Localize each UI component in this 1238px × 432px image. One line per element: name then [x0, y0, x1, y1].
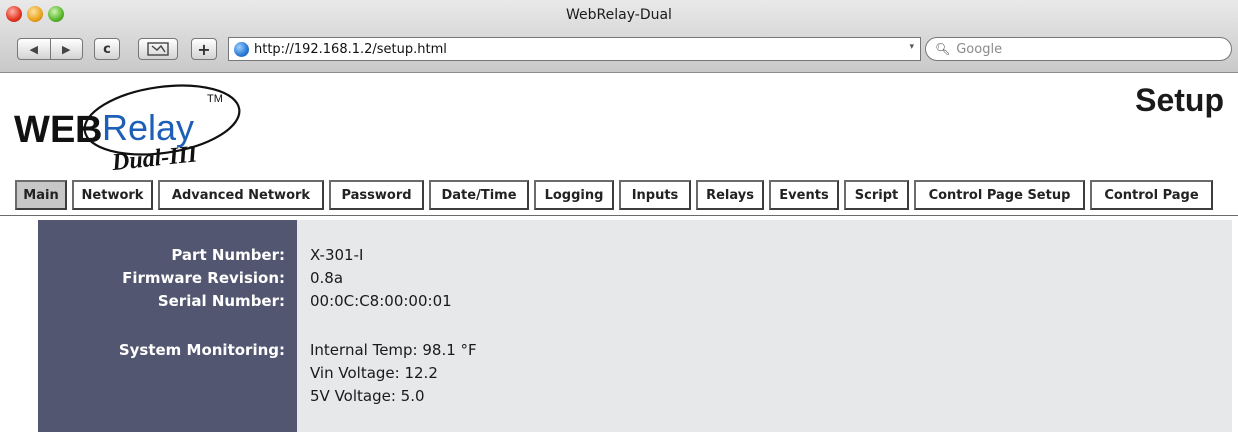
part-number-value: X-301-I: [310, 246, 364, 264]
tab-logging[interactable]: Logging: [534, 180, 614, 210]
browser-toolbar: WebRelay-Dual ◀ ▶ c + http://192.168.1.2…: [0, 0, 1238, 73]
reload-button[interactable]: c: [94, 38, 120, 60]
add-icon: +: [197, 39, 211, 59]
svg-text:E: E: [50, 109, 75, 151]
tab-password[interactable]: Password: [329, 180, 424, 210]
serial-number-value: 00:0C:C8:00:00:01: [310, 292, 452, 310]
webrelay-logo: W E B Relay TM Dual-III: [12, 80, 252, 176]
snapback-button[interactable]: [138, 38, 178, 60]
tab-script[interactable]: Script: [844, 180, 909, 210]
5v-voltage-value: 5V Voltage: 5.0: [310, 387, 425, 405]
firmware-revision-value: 0.8a: [310, 269, 344, 287]
tab-control-page[interactable]: Control Page: [1090, 180, 1213, 210]
part-number-label: Part Number:: [171, 246, 285, 264]
internal-temp-value: Internal Temp: 98.1 °F: [310, 341, 477, 359]
back-forward-group: ◀ ▶: [17, 38, 83, 60]
tab-relays[interactable]: Relays: [696, 180, 764, 210]
svg-text:W: W: [14, 109, 50, 151]
address-bar[interactable]: http://192.168.1.2/setup.html ▾: [228, 37, 921, 61]
logo-graphic: W E B Relay TM Dual-III: [14, 84, 241, 176]
svg-text:Relay: Relay: [102, 107, 194, 148]
tab-date-time[interactable]: Date/Time: [429, 180, 529, 210]
minimize-window-button[interactable]: [27, 6, 43, 22]
add-bookmark-button[interactable]: +: [191, 38, 217, 60]
reload-icon: c: [103, 41, 111, 57]
close-window-button[interactable]: [6, 6, 22, 22]
forward-button[interactable]: ▶: [51, 43, 83, 56]
tab-network[interactable]: Network: [72, 180, 153, 210]
tab-bar: Main Network Advanced Network Password D…: [15, 180, 1213, 210]
page-title: Setup: [1135, 82, 1224, 118]
search-field[interactable]: 🔍︎ Google: [925, 37, 1232, 61]
snapback-icon: [147, 42, 169, 56]
svg-text:B: B: [75, 109, 102, 151]
tab-inputs[interactable]: Inputs: [619, 180, 691, 210]
tab-events[interactable]: Events: [769, 180, 839, 210]
window-title: WebRelay-Dual: [566, 7, 672, 23]
tab-main[interactable]: Main: [15, 180, 67, 210]
svg-text:TM: TM: [207, 93, 223, 105]
search-icon[interactable]: 🔍︎: [935, 42, 950, 56]
search-input[interactable]: Google: [956, 42, 1002, 57]
back-button[interactable]: ◀: [18, 43, 50, 56]
tab-divider: [0, 215, 1238, 216]
tab-control-page-setup[interactable]: Control Page Setup: [914, 180, 1085, 210]
device-info-panel: Part Number: Firmware Revision: Serial N…: [38, 220, 1232, 432]
serial-number-label: Serial Number:: [157, 292, 285, 310]
vin-voltage-value: Vin Voltage: 12.2: [310, 364, 438, 382]
url-input[interactable]: http://192.168.1.2/setup.html: [254, 42, 447, 57]
tab-advanced-network[interactable]: Advanced Network: [158, 180, 324, 210]
globe-icon: [234, 41, 249, 57]
chevron-down-icon[interactable]: ▾: [909, 42, 914, 52]
zoom-window-button[interactable]: [48, 6, 64, 22]
firmware-revision-label: Firmware Revision:: [122, 269, 285, 287]
info-label-column: Part Number: Firmware Revision: Serial N…: [38, 220, 297, 432]
system-monitoring-label: System Monitoring:: [118, 341, 285, 359]
